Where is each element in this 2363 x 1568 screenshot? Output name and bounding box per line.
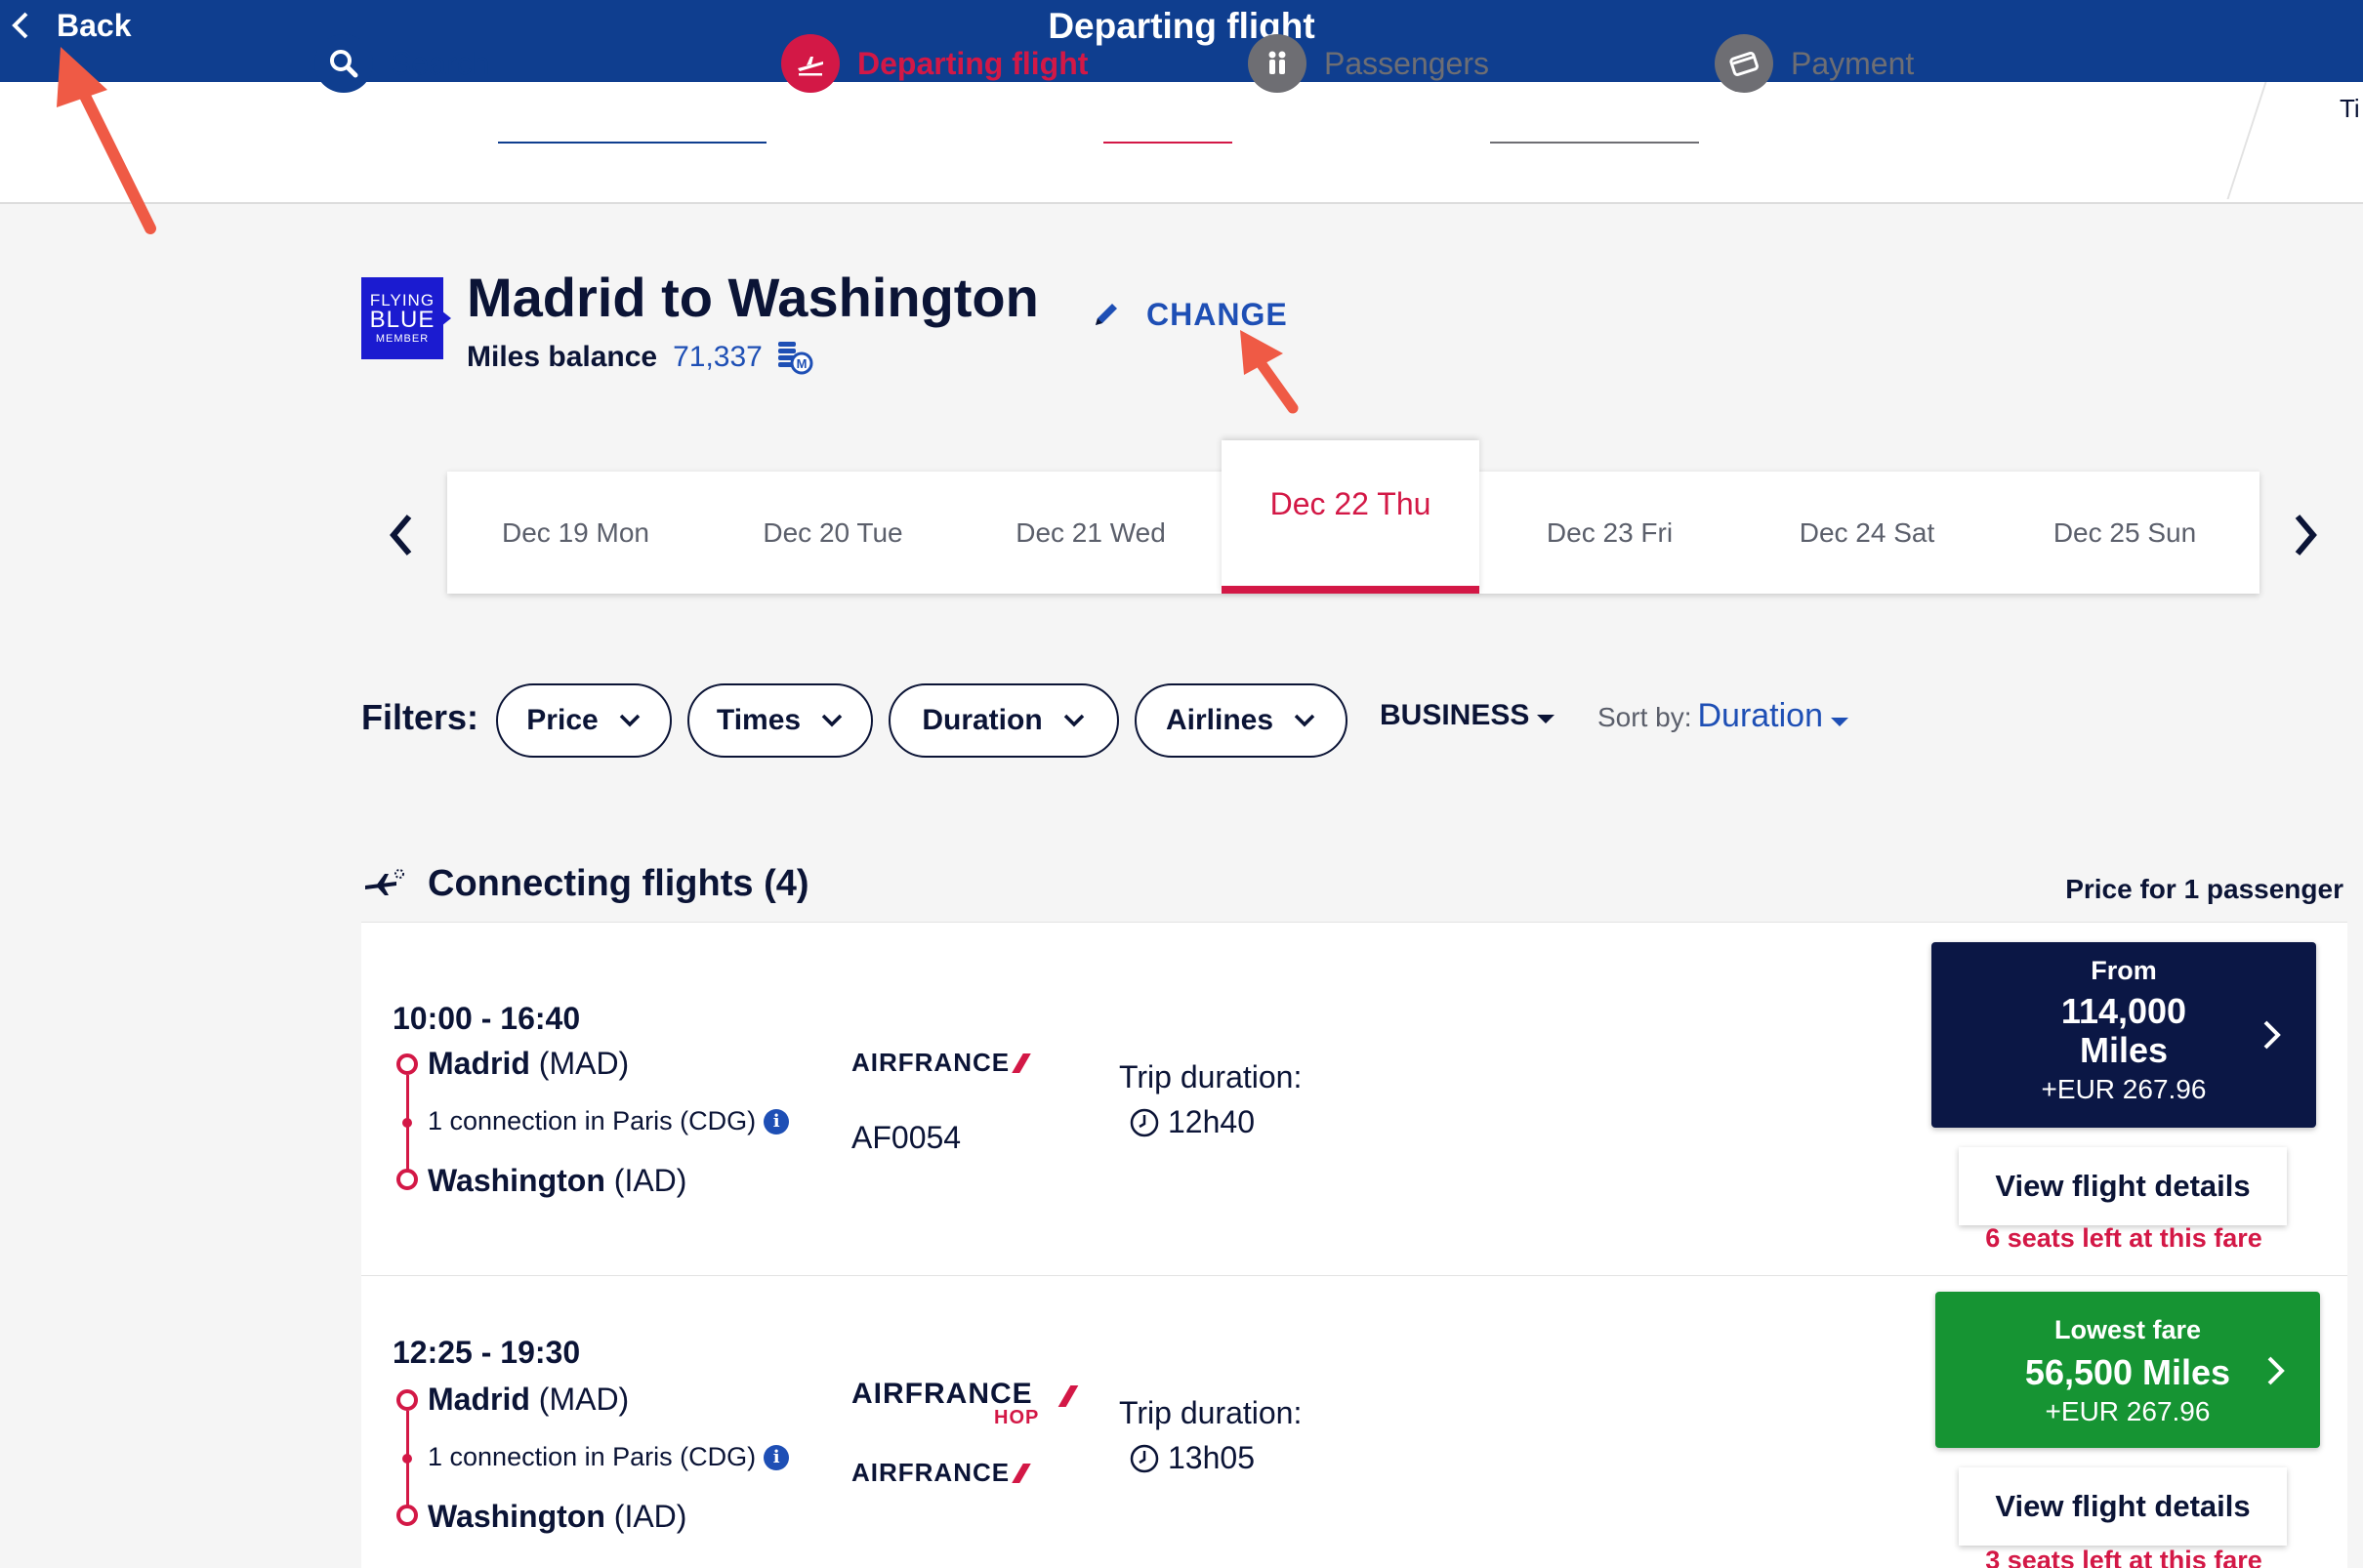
chevron-down-icon [821, 714, 843, 727]
chevron-right-icon [2263, 1020, 2281, 1050]
miles-balance: Miles balance 71,337 M [467, 338, 813, 377]
date-tab[interactable]: Dec 25 Sun [1996, 472, 2254, 594]
airline-logo: AIRFRANCE [851, 1458, 1031, 1488]
prev-dates-button[interactable] [381, 508, 420, 562]
filter-duration-dropdown[interactable]: Duration [889, 683, 1119, 758]
seats-left-notice: 3 seats left at this fare [1985, 1546, 2262, 1568]
flight-number: AF0054 [851, 1120, 962, 1155]
chevron-down-icon [1063, 714, 1084, 727]
filter-times-dropdown[interactable]: Times [687, 683, 873, 758]
step-payment[interactable]: Payment [1715, 33, 1914, 94]
step-departing-label: Departing flight [857, 45, 1089, 81]
date-tab[interactable]: Dec 21 Wed [962, 472, 1220, 594]
annotation-arrow-change [1240, 330, 1299, 414]
step-payment-label: Payment [1791, 45, 1915, 81]
caret-down-icon [1537, 714, 1555, 723]
flying-blue-logo: FLYING BLUE MEMBER [361, 277, 443, 359]
date-tab[interactable]: Dec 24 Sat [1738, 472, 1996, 594]
step-connector [1490, 142, 1699, 144]
next-dates-button[interactable] [2287, 508, 2326, 562]
step-search[interactable]: Search [314, 33, 489, 94]
date-tab[interactable]: Dec 20 Tue [704, 472, 962, 594]
info-icon[interactable]: i [764, 1444, 790, 1470]
seats-left-notice: 6 seats left at this fare [1985, 1223, 2262, 1253]
info-icon[interactable]: i [764, 1108, 790, 1135]
chevron-down-icon [619, 714, 640, 727]
pencil-icon [1096, 304, 1117, 325]
flight-times: 10:00 - 16:40 [393, 1001, 581, 1036]
step-search-label: Search [391, 45, 490, 81]
card-icon [1715, 34, 1773, 93]
clock-icon [1130, 1108, 1159, 1136]
trip-duration-label: Trip duration: [1119, 1395, 1303, 1430]
origin-marker [396, 1053, 418, 1075]
step-connector [498, 142, 767, 144]
price-select-button[interactable]: From 114,000 Miles +EUR 267.96 [1931, 942, 2316, 1128]
destination-city: Washington (IAD) [428, 1163, 687, 1198]
step-departing-flight[interactable]: Departing flight [781, 33, 1088, 94]
plane-icon [781, 34, 840, 93]
view-flight-details-button[interactable]: View flight details [1959, 1147, 2287, 1225]
chevron-right-icon [2295, 515, 2317, 556]
filters-label: Filters: [361, 697, 479, 737]
destination-city: Washington (IAD) [428, 1499, 687, 1534]
trip-duration: 12h40 [1129, 1104, 1255, 1140]
logo-notch [441, 310, 451, 326]
date-tab[interactable]: Dec 19 Mon [447, 472, 704, 594]
connecting-flights-header: Connecting flights (4) [361, 859, 809, 908]
connecting-plane-icon [365, 869, 404, 895]
trip-duration: 13h05 [1129, 1440, 1255, 1476]
svg-text:M: M [796, 356, 807, 371]
caret-down-icon [1831, 718, 1848, 726]
chevron-left-icon [390, 515, 412, 556]
view-flight-details-button[interactable]: View flight details [1959, 1467, 2287, 1546]
passengers-icon [1248, 34, 1306, 93]
connection-info: 1 connection in Paris (CDG) i [428, 1442, 790, 1472]
date-carousel: Dec 19 Mon Dec 20 Tue Dec 21 Wed Dec 22 … [447, 440, 2259, 594]
section-title: Connecting flights (4) [428, 862, 809, 904]
miles-coins-icon: M [777, 342, 813, 375]
flight-times: 12:25 - 19:30 [393, 1335, 581, 1370]
connection-marker [402, 1118, 412, 1128]
chevron-down-icon [1294, 714, 1315, 727]
destination-marker [396, 1169, 418, 1190]
airline-logo: AIRFRANCE [851, 1048, 1031, 1078]
route-title: Madrid to Washington [467, 267, 1039, 328]
date-tab[interactable]: Dec 23 Fri [1481, 472, 1738, 594]
clock-icon [1130, 1444, 1159, 1472]
step-passengers-label: Passengers [1324, 45, 1489, 81]
miles-balance-label: Miles balance [467, 341, 658, 373]
flight-result-card: 12:25 - 19:30 Madrid (MAD) 1 connection … [361, 1275, 2347, 1568]
flight-result-card: 10:00 - 16:40 Madrid (MAD) 1 connection … [361, 922, 2347, 1275]
origin-city: Madrid (MAD) [428, 1046, 630, 1081]
filter-airlines-dropdown[interactable]: Airlines [1135, 683, 1347, 758]
trip-duration-label: Trip duration: [1119, 1059, 1303, 1094]
cabin-class-dropdown[interactable]: BUSINESS [1380, 699, 1555, 732]
sort-dropdown[interactable]: Sort by: Duration [1597, 697, 1848, 735]
search-icon [314, 34, 373, 93]
step-connector [1103, 142, 1232, 144]
change-label: CHANGE [1146, 296, 1288, 332]
airline-logo-hop: AIRFRANCE HOP [851, 1378, 1079, 1428]
step-passengers[interactable]: Passengers [1248, 33, 1489, 94]
chevron-right-icon [2267, 1356, 2285, 1385]
lowest-fare-select-button[interactable]: Lowest fare 56,500 Miles +EUR 267.96 [1935, 1292, 2320, 1448]
connection-marker [402, 1454, 412, 1464]
destination-marker [396, 1505, 418, 1526]
date-tab-selected[interactable]: Dec 22 Thu [1222, 440, 1479, 594]
sort-value: Duration [1697, 697, 1823, 734]
filter-price-dropdown[interactable]: Price [496, 683, 672, 758]
origin-marker [396, 1389, 418, 1411]
connection-info: 1 connection in Paris (CDG) i [428, 1106, 790, 1136]
change-search-button[interactable]: CHANGE [1090, 295, 1288, 334]
origin-city: Madrid (MAD) [428, 1382, 630, 1417]
miles-balance-value[interactable]: 71,337 [673, 341, 763, 374]
stepper-overflow-text: Ti [2340, 94, 2360, 123]
price-note: Price for 1 passenger [2065, 874, 2343, 904]
sort-label: Sort by: [1597, 702, 1692, 732]
